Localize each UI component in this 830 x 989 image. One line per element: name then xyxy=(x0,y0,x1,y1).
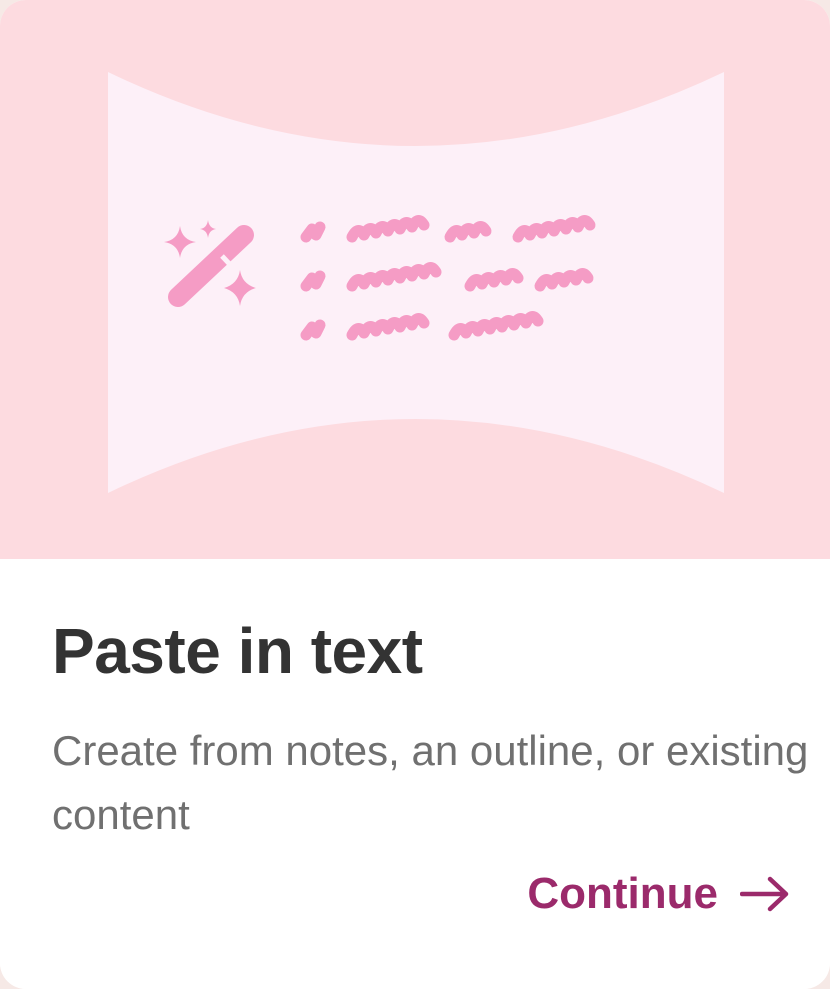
continue-button[interactable]: Continue xyxy=(527,869,790,919)
card-title: Paste in text xyxy=(52,615,423,687)
illustration xyxy=(0,0,830,559)
card-description: Create from notes, an outline, or existi… xyxy=(52,727,809,838)
paste-in-text-card[interactable]: Paste in text Create from notes, an outl… xyxy=(0,0,830,989)
arrow-right-icon xyxy=(740,876,790,912)
card-body: Paste in text Create from notes, an outl… xyxy=(0,559,830,989)
continue-label: Continue xyxy=(527,869,718,918)
illustration-art xyxy=(108,72,724,493)
